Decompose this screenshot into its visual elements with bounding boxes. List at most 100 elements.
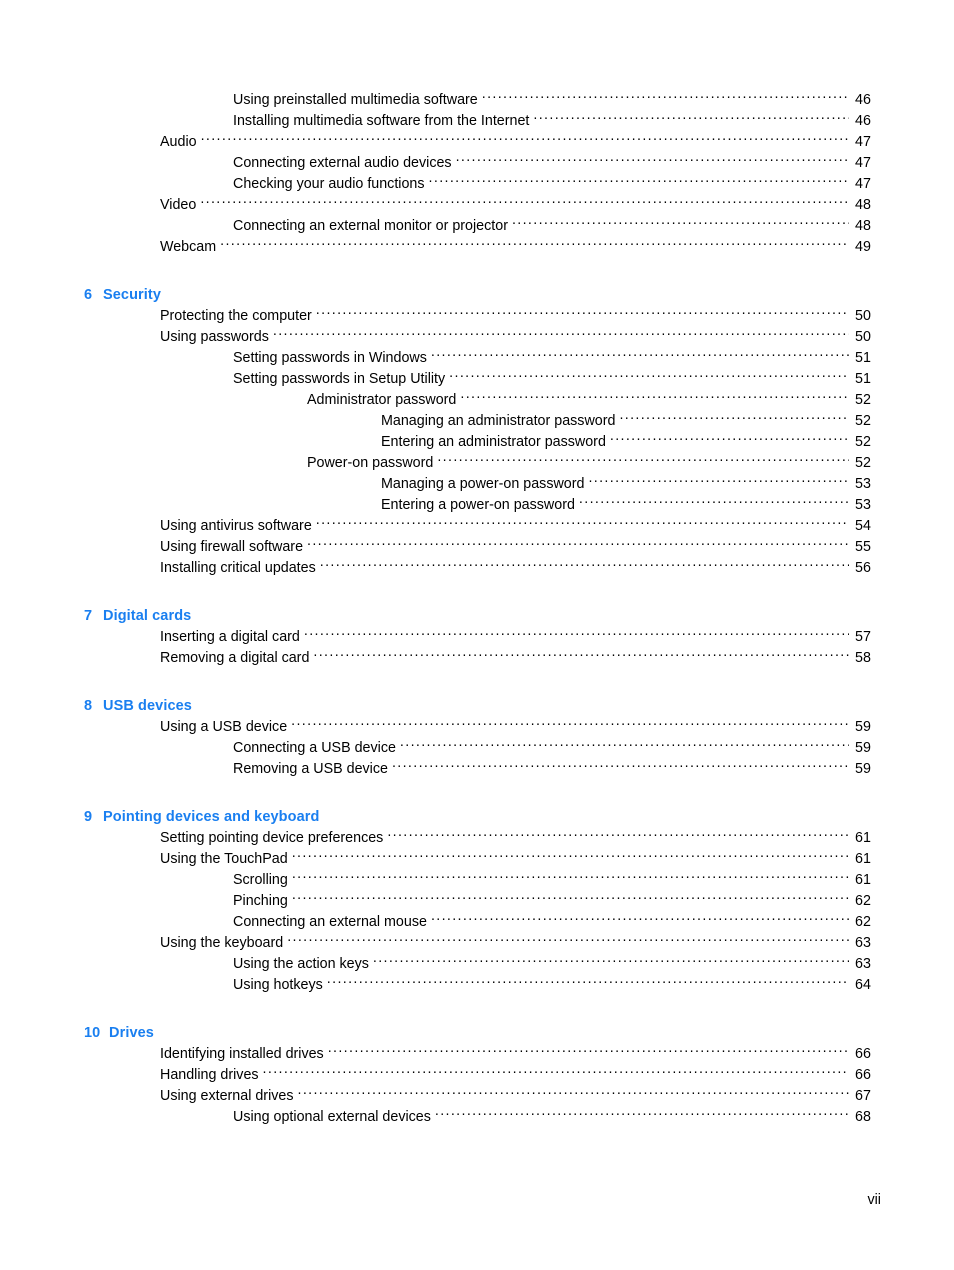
toc-entry-page-number: 58 (855, 650, 871, 666)
toc-entry-label: Setting passwords in Windows (233, 350, 427, 366)
toc-entry-label: Removing a USB device (233, 761, 388, 777)
dot-leader (292, 870, 849, 884)
toc-entry[interactable]: Entering a power-on password 53 (0, 495, 954, 516)
toc-entry-page-number: 66 (855, 1067, 871, 1083)
toc-entry-label: Entering an administrator password (381, 434, 606, 450)
toc-entry[interactable]: Using optional external devices 68 (0, 1107, 954, 1128)
dot-leader (304, 627, 849, 641)
toc-entry[interactable]: Using the action keys 63 (0, 954, 954, 975)
toc-entry[interactable]: Using a USB device 59 (0, 717, 954, 738)
toc-entry[interactable]: Installing multimedia software from the … (0, 111, 954, 132)
toc-entry-page-number: 52 (855, 392, 871, 408)
toc-entry-label: Identifying installed drives (160, 1046, 324, 1062)
toc-entry[interactable]: Administrator password 52 (0, 390, 954, 411)
dot-leader (316, 516, 849, 530)
toc-entry[interactable]: Setting passwords in Setup Utility 51 (0, 369, 954, 390)
chapter-title: Digital cards (103, 608, 192, 624)
toc-entry[interactable]: Webcam 49 (0, 237, 954, 258)
toc-entry-label: Using external drives (160, 1088, 294, 1104)
toc-entry-page-number: 57 (855, 629, 871, 645)
dot-leader (456, 153, 849, 167)
toc-entry[interactable]: Managing an administrator password 52 (0, 411, 954, 432)
toc-entry[interactable]: Pinching 62 (0, 891, 954, 912)
toc-entry[interactable]: Connecting a USB device 59 (0, 738, 954, 759)
dot-leader (307, 537, 849, 551)
toc-entry[interactable]: Using passwords 50 (0, 327, 954, 348)
toc-entry-label: Video (160, 197, 197, 213)
dot-leader (610, 432, 849, 446)
page-number-folio: vii (867, 1192, 881, 1208)
chapter-number: 8 (84, 698, 93, 714)
toc-entry[interactable]: Entering an administrator password 52 (0, 432, 954, 453)
dot-leader (482, 90, 849, 104)
toc-entry-page-number: 46 (855, 92, 871, 108)
chapter-heading[interactable]: 10 Drives (0, 1023, 954, 1044)
chapter-number: 7 (84, 608, 93, 624)
dot-leader (429, 174, 849, 188)
chapter-heading[interactable]: 8 USB devices (0, 696, 954, 717)
chapter-heading[interactable]: 7 Digital cards (0, 606, 954, 627)
toc-entry[interactable]: Using external drives 67 (0, 1086, 954, 1107)
toc-entry[interactable]: Inserting a digital card 57 (0, 627, 954, 648)
dot-leader (579, 495, 849, 509)
toc-entry-page-number: 55 (855, 539, 871, 555)
dot-leader (588, 474, 849, 488)
toc-entry[interactable]: Identifying installed drives 66 (0, 1044, 954, 1065)
toc-entry[interactable]: Handling drives 66 (0, 1065, 954, 1086)
dot-leader (387, 828, 849, 842)
toc-entry-page-number: 53 (855, 476, 871, 492)
dot-leader (400, 738, 849, 752)
toc-entry-label: Setting pointing device preferences (160, 830, 384, 846)
chapter-heading[interactable]: 6 Security (0, 285, 954, 306)
dot-leader (201, 132, 849, 146)
toc-entry-page-number: 64 (855, 977, 871, 993)
toc-entry-page-number: 48 (855, 197, 871, 213)
toc-entry[interactable]: Connecting an external monitor or projec… (0, 216, 954, 237)
toc-entry[interactable]: Using hotkeys 64 (0, 975, 954, 996)
toc-entry-label: Using passwords (160, 329, 269, 345)
dot-leader (373, 954, 849, 968)
toc-entry-label: Installing multimedia software from the … (233, 113, 530, 129)
toc-entry-label: Protecting the computer (160, 308, 312, 324)
toc-entry[interactable]: Setting pointing device preferences 61 (0, 828, 954, 849)
toc-entry[interactable]: Removing a digital card 58 (0, 648, 954, 669)
toc-entry-page-number: 59 (855, 719, 871, 735)
toc-entry[interactable]: Connecting external audio devices 47 (0, 153, 954, 174)
toc-entry[interactable]: Using the TouchPad 61 (0, 849, 954, 870)
toc-entry-page-number: 47 (855, 134, 871, 150)
toc-entry[interactable]: Checking your audio functions 47 (0, 174, 954, 195)
toc-entry[interactable]: Managing a power-on password 53 (0, 474, 954, 495)
toc-entry-page-number: 62 (855, 893, 871, 909)
toc-entry[interactable]: Protecting the computer 50 (0, 306, 954, 327)
toc-entry-page-number: 61 (855, 851, 871, 867)
chapter-heading[interactable]: 9 Pointing devices and keyboard (0, 807, 954, 828)
dot-leader (460, 390, 849, 404)
toc-entry[interactable]: Using antivirus software 54 (0, 516, 954, 537)
toc-entry[interactable]: Installing critical updates 56 (0, 558, 954, 579)
document-page: Using preinstalled multimedia software 46… (0, 0, 954, 1270)
toc-entry[interactable]: Audio 47 (0, 132, 954, 153)
toc-entry[interactable]: Using preinstalled multimedia software 46 (0, 90, 954, 111)
toc-entry-label: Managing a power-on password (381, 476, 585, 492)
toc-entry[interactable]: Using the keyboard 63 (0, 933, 954, 954)
toc-entry-label: Using preinstalled multimedia software (233, 92, 478, 108)
toc-entry-page-number: 56 (855, 560, 871, 576)
toc-entry-page-number: 50 (855, 308, 871, 324)
toc-entry-page-number: 61 (855, 872, 871, 888)
toc-entry-label: Entering a power-on password (381, 497, 575, 513)
toc-entry[interactable]: Setting passwords in Windows 51 (0, 348, 954, 369)
dot-leader (263, 1065, 849, 1079)
toc-entry-label: Using antivirus software (160, 518, 312, 534)
toc-entry[interactable]: Scrolling 61 (0, 870, 954, 891)
toc-entry[interactable]: Video 48 (0, 195, 954, 216)
toc-entry-label: Managing an administrator password (381, 413, 616, 429)
dot-leader (435, 1107, 849, 1121)
dot-leader (437, 453, 849, 467)
toc-entry[interactable]: Removing a USB device 59 (0, 759, 954, 780)
toc-entry-page-number: 62 (855, 914, 871, 930)
toc-entry-page-number: 52 (855, 455, 871, 471)
toc-entry[interactable]: Power-on password 52 (0, 453, 954, 474)
table-of-contents: Using preinstalled multimedia software 46… (0, 90, 954, 1128)
toc-entry[interactable]: Connecting an external mouse 62 (0, 912, 954, 933)
toc-entry[interactable]: Using firewall software 55 (0, 537, 954, 558)
